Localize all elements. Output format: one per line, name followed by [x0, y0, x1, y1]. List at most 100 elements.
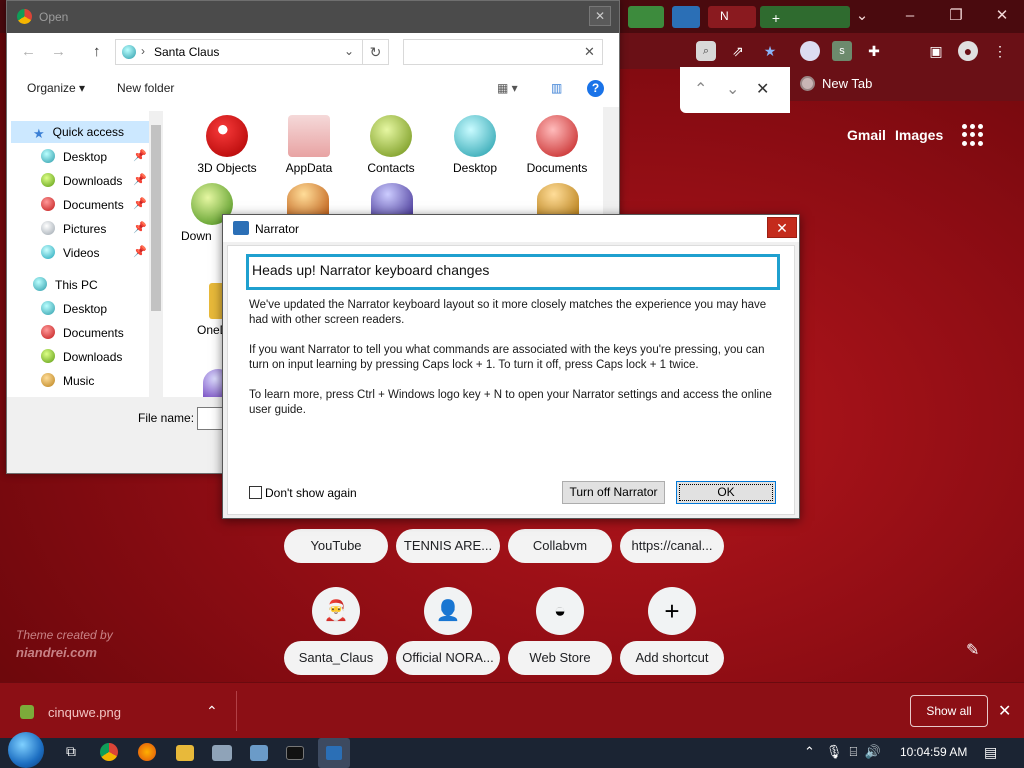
pin-icon: 📌 — [133, 174, 147, 186]
forward-arrow-icon[interactable]: → — [51, 43, 66, 60]
dont-show-again-checkbox[interactable]: Don't show again — [249, 486, 357, 500]
ok-button[interactable]: OK — [676, 481, 776, 504]
nav-downloads[interactable]: Downloads — [41, 173, 122, 188]
close-window-icon[interactable]: ✕ — [982, 4, 1022, 28]
nav-pc-downloads[interactable]: Downloads — [41, 349, 122, 364]
address-dropdown-icon[interactable]: ⌄ — [344, 44, 354, 58]
menu-dots-icon[interactable]: ⋮ — [990, 41, 1010, 61]
task-view-icon[interactable]: ⧉ — [60, 743, 82, 763]
turn-off-narrator-button[interactable]: Turn off Narrator — [562, 481, 665, 504]
minimize-icon[interactable]: – — [890, 4, 930, 28]
find-prev-icon[interactable]: ⌃ — [694, 79, 707, 99]
microphone-icon[interactable]: 🎙 — [826, 744, 843, 759]
firefox-taskbar-icon[interactable] — [138, 743, 156, 761]
nav-documents[interactable]: Documents — [41, 197, 124, 212]
nav-pc-desktop[interactable]: Desktop — [41, 301, 107, 316]
new-tab-icon[interactable]: + — [766, 8, 786, 28]
nav-videos[interactable]: Videos — [41, 245, 99, 260]
file-item[interactable]: Documents — [515, 115, 599, 175]
organize-menu[interactable]: Organize ▾ — [27, 81, 85, 95]
chrome-taskbar-icon[interactable] — [100, 743, 118, 761]
window-taskbar-icon[interactable] — [250, 745, 268, 761]
nav-desktop[interactable]: Desktop — [41, 149, 107, 164]
download-options-chevron-icon[interactable]: ⌃ — [206, 703, 218, 720]
tab-search-icon[interactable]: ⌄ — [842, 4, 882, 28]
up-arrow-icon[interactable]: ↑ — [93, 43, 101, 60]
objects-ornament-icon[interactable] — [371, 183, 413, 215]
view-options-icon[interactable]: ▦ ▾ — [497, 81, 518, 95]
action-center-icon[interactable]: ▤ — [984, 744, 997, 761]
shortcut-collabvm[interactable]: Collabvm — [508, 529, 612, 563]
side-panel-icon[interactable]: ▣ — [926, 41, 946, 61]
restore-icon[interactable]: ❐ — [936, 4, 976, 28]
share-icon[interactable]: ⇗ — [728, 41, 748, 61]
ornament-icon[interactable] — [537, 183, 579, 215]
tab-favicon-fragment[interactable] — [628, 6, 664, 28]
download-separator — [236, 691, 237, 731]
nav-this-pc[interactable]: This PC — [33, 277, 98, 292]
shortcut-official-nora[interactable]: Official NORA... — [396, 641, 500, 675]
customize-pencil-icon[interactable]: ✎ — [966, 640, 979, 660]
file-item[interactable]: 3D Objects — [185, 115, 269, 175]
apps-grid-icon[interactable] — [962, 124, 984, 146]
scrollbar-thumb[interactable] — [151, 125, 161, 311]
file-item[interactable]: AppData — [267, 115, 351, 175]
preview-pane-icon[interactable]: ▥ — [551, 81, 562, 95]
narrator-close-icon[interactable]: ✕ — [767, 217, 797, 238]
santa-shortcut-icon[interactable]: 🎅 — [312, 587, 360, 635]
puzzle-icon[interactable]: ✚ — [864, 41, 884, 61]
shortcut-youtube[interactable]: YouTube — [284, 529, 388, 563]
web-store-icon[interactable]: ◒ — [536, 587, 584, 635]
extension-icon[interactable] — [800, 41, 820, 61]
narrator-taskbar-button[interactable] — [318, 738, 350, 768]
file-explorer-taskbar-icon[interactable] — [176, 745, 194, 761]
add-shortcut-icon[interactable]: + — [648, 587, 696, 635]
remote-desktop-taskbar-icon[interactable] — [212, 745, 232, 761]
music-ornament-icon[interactable] — [287, 183, 329, 215]
find-close-icon[interactable]: ✕ — [756, 79, 769, 99]
nav-pictures[interactable]: Pictures — [41, 221, 106, 236]
show-hidden-icons-icon[interactable]: ⌃ — [804, 744, 815, 759]
file-item[interactable]: Desktop — [433, 115, 517, 175]
taskbar-clock[interactable]: 10:04:59 AM — [900, 745, 967, 759]
cmd-taskbar-icon[interactable] — [286, 746, 304, 760]
refresh-icon[interactable]: ↻ — [363, 39, 389, 65]
show-all-button[interactable]: Show all — [910, 695, 988, 727]
folder-search-input[interactable]: ✕ — [403, 39, 603, 65]
find-next-icon[interactable]: ⌄ — [726, 79, 739, 99]
theme-credit[interactable]: Theme created by niandrei.com — [16, 627, 113, 661]
back-arrow-icon[interactable]: ← — [21, 43, 36, 60]
shortcut-tennis[interactable]: TENNIS ARE... — [396, 529, 500, 563]
nav-pc-documents[interactable]: Documents — [41, 325, 124, 340]
help-icon[interactable]: ? — [587, 80, 604, 97]
tab-partial[interactable]: N — [708, 6, 756, 28]
shortcut-santa-claus[interactable]: Santa_Claus — [284, 641, 388, 675]
new-folder-button[interactable]: New folder — [117, 81, 174, 95]
nav-quick-access[interactable]: ★ Quick access — [33, 125, 124, 141]
gmail-link[interactable]: Gmail — [847, 127, 886, 143]
checkbox-box[interactable] — [249, 486, 262, 499]
download-item[interactable]: cinquwe.png — [20, 705, 121, 720]
extension-s-icon[interactable]: s — [832, 41, 852, 61]
start-button-icon[interactable] — [8, 732, 44, 768]
open-dialog-close-icon[interactable]: ✕ — [589, 6, 611, 26]
zoom-icon[interactable]: ⌕ — [696, 41, 716, 61]
shortcut-web-store[interactable]: Web Store — [508, 641, 612, 675]
bookmark-star-icon[interactable]: ★ — [760, 41, 780, 61]
ntp-tab-tooltip[interactable]: New Tab — [790, 67, 1024, 101]
nav-pc-music[interactable]: Music — [41, 373, 94, 388]
shortcut-canal[interactable]: https://canal... — [620, 529, 724, 563]
file-item[interactable]: Contacts — [349, 115, 433, 175]
nora-shortcut-icon[interactable]: 👤 — [424, 587, 472, 635]
chrome-toolbar: ⌕ ⇗ ★ s ✚ ▣ ● ⋮ — [620, 33, 1024, 69]
images-link[interactable]: Images — [895, 127, 943, 143]
tab-favicon-fragment[interactable] — [672, 6, 700, 28]
nav-pane-scrollbar[interactable] — [149, 111, 163, 397]
search-clear-icon[interactable]: ✕ — [584, 44, 595, 60]
download-bar-close-icon[interactable]: ✕ — [998, 701, 1011, 721]
address-bar[interactable]: › Santa Claus ⌄ — [115, 39, 363, 65]
profile-avatar-icon[interactable]: ● — [958, 41, 978, 61]
volume-icon[interactable]: 🔊 — [865, 744, 881, 759]
network-icon[interactable]: ⌸ — [850, 744, 858, 759]
shortcut-add[interactable]: Add shortcut — [620, 641, 724, 675]
